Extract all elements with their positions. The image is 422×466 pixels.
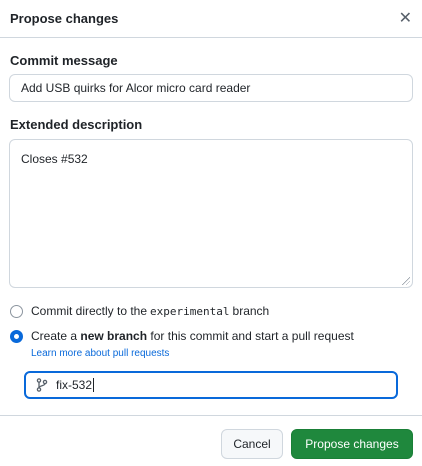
commit-direct-suffix: branch xyxy=(232,304,270,318)
extended-description-label: Extended description xyxy=(10,117,143,132)
git-branch-icon xyxy=(36,378,48,392)
extended-description-value: Closes #532 xyxy=(21,152,88,166)
commit-direct-branch: experimental xyxy=(150,304,230,318)
new-branch-option[interactable]: Create a new branch for this commit and … xyxy=(10,329,354,343)
dialog-header: Propose changes ✕ xyxy=(0,0,422,38)
commit-direct-option[interactable]: Commit directly to the experimental bran… xyxy=(10,304,269,318)
commit-direct-radio[interactable] xyxy=(10,304,23,318)
cancel-button[interactable]: Cancel xyxy=(221,429,283,459)
new-branch-radio[interactable] xyxy=(10,329,23,343)
extended-description-textarea[interactable]: Closes #532 xyxy=(9,139,413,288)
commit-direct-prefix: Commit directly to the xyxy=(31,304,148,318)
commit-message-input[interactable]: Add USB quirks for Alcor micro card read… xyxy=(9,74,413,102)
text-caret xyxy=(93,378,95,392)
learn-more-link[interactable]: Learn more about pull requests xyxy=(31,348,169,359)
dialog-title: Propose changes xyxy=(10,11,119,26)
footer-divider xyxy=(0,415,422,416)
commit-message-label: Commit message xyxy=(10,53,118,68)
new-branch-suffix: for this commit and start a pull request xyxy=(150,329,354,343)
new-branch-prefix: Create a xyxy=(31,329,78,343)
branch-name-value: fix-532 xyxy=(56,378,93,392)
branch-name-input[interactable]: fix-532 xyxy=(24,371,398,399)
resize-handle-icon[interactable] xyxy=(402,277,410,285)
propose-changes-button[interactable]: Propose changes xyxy=(291,429,413,459)
commit-message-value: Add USB quirks for Alcor micro card read… xyxy=(21,81,251,95)
new-branch-bold: new branch xyxy=(80,329,148,343)
close-icon[interactable]: ✕ xyxy=(399,10,412,27)
